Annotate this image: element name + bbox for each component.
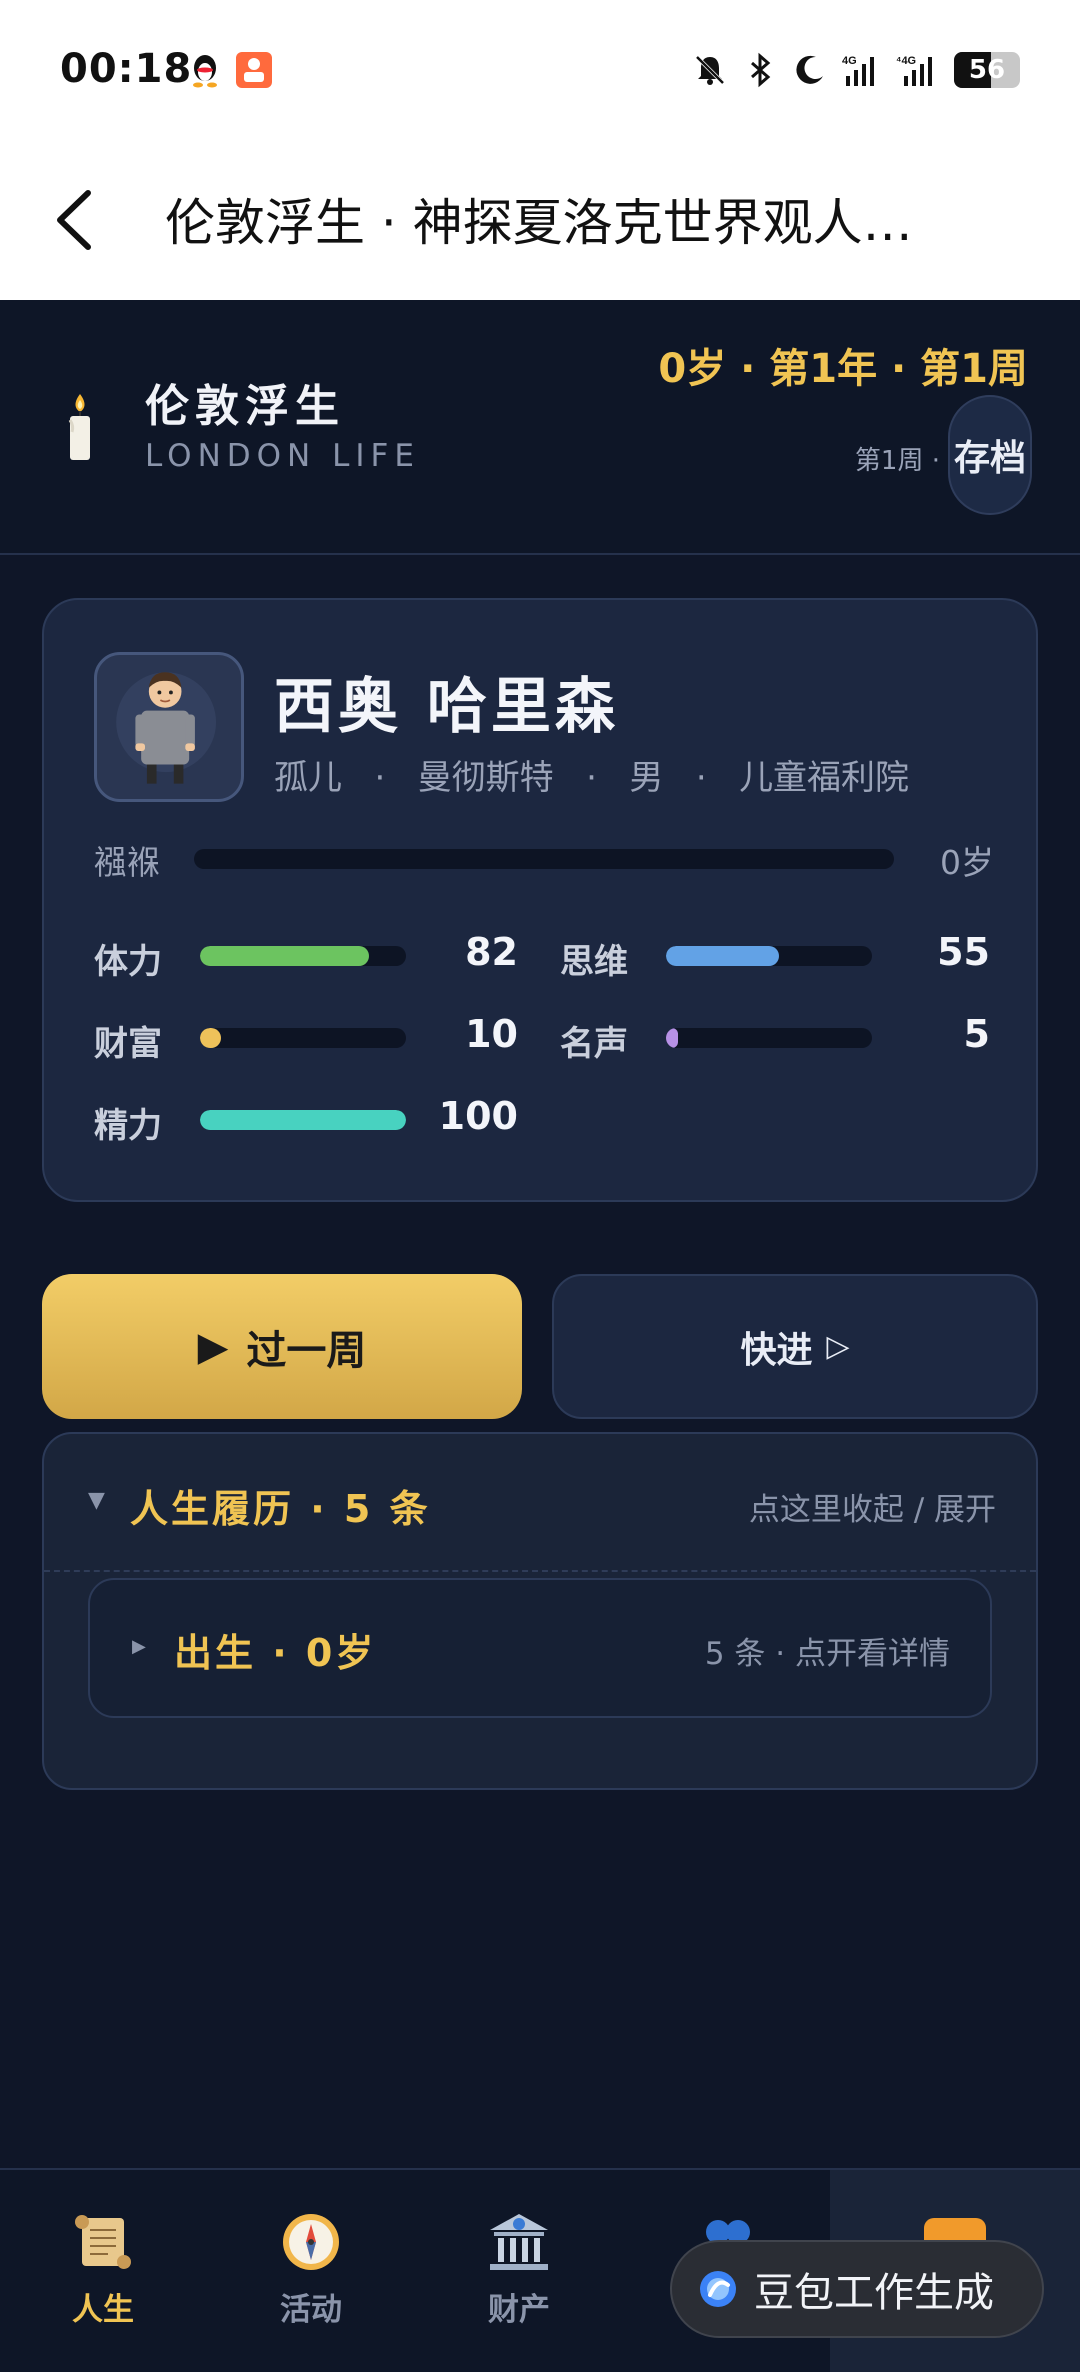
compass-icon	[283, 2214, 339, 2270]
history-title: 人生履历 · 5 条	[130, 1487, 431, 1531]
tag-separator: ·	[695, 758, 707, 798]
history-header[interactable]: ▼ 人生履历 · 5 条 点这里收起 / 展开	[44, 1434, 1036, 1572]
brand-subtitle: LONDON LIFE	[145, 438, 420, 474]
candle-icon	[68, 394, 90, 460]
age-progress-bar	[194, 849, 894, 869]
qq-penguin-icon	[193, 55, 217, 88]
character-name: 西奥 哈里森	[274, 672, 619, 742]
nav-bar: 伦敦浮生 · 神探夏洛克世界观人…	[0, 145, 1080, 300]
stat-bar	[666, 1028, 872, 1048]
moon-icon	[796, 55, 823, 84]
tag-location: 儿童福利院	[739, 758, 910, 798]
bluetooth-icon	[751, 52, 771, 88]
doubao-logo-icon	[700, 2271, 736, 2307]
tab-property[interactable]: 财产	[454, 2210, 584, 2340]
next-week-label: 过一周	[246, 1327, 367, 1374]
stat-energy: 精力 100	[94, 1094, 518, 1146]
play-icon: ▶	[197, 1323, 229, 1370]
game-date: 0岁 · 第1年 · 第1周	[658, 346, 1028, 392]
stat-value: 100	[438, 1094, 518, 1138]
doubao-generate-button[interactable]: 豆包工作生成	[670, 2240, 1044, 2338]
status-icons: 4G ⁴4G 56	[692, 50, 1020, 90]
stat-fill	[666, 1028, 679, 1048]
stat-wealth: 财富 10	[94, 1012, 518, 1064]
character-tags: 孤儿 · 曼彻斯特 · 男 · 儿童福利院	[274, 750, 909, 799]
back-button[interactable]	[44, 175, 114, 265]
stat-label: 精力	[94, 1106, 162, 1146]
stat-fill	[200, 1028, 221, 1048]
brand-title: 伦敦浮生	[145, 381, 345, 432]
save-button[interactable]: 存档	[948, 395, 1032, 515]
signal-4g-2-icon: ⁴4G	[896, 55, 932, 86]
entry-title: 出生 · 0岁	[174, 1631, 377, 1675]
stat-label: 体力	[94, 942, 162, 982]
stat-label: 财富	[94, 1024, 162, 1064]
bank-icon	[490, 2214, 548, 2270]
game-header: 伦敦浮生 LONDON LIFE 0岁 · 第1年 · 第1周 第1周 · 存档	[0, 300, 1080, 555]
tab-life[interactable]: 人生	[38, 2210, 168, 2340]
history-toggle-hint: 点这里收起 / 展开	[748, 1492, 996, 1528]
stat-value: 55	[937, 930, 990, 974]
stat-label: 名声	[560, 1024, 628, 1064]
status-time: 00:18	[60, 46, 193, 92]
history-entry[interactable]: ▶ 出生 · 0岁 5 条 · 点开看详情	[88, 1578, 992, 1718]
orange-app-icon	[236, 52, 272, 88]
tag-gender: 男	[629, 758, 664, 798]
stat-label: 思维	[560, 942, 628, 982]
stat-thinking: 思维 55	[560, 930, 990, 982]
tab-label: 人生	[72, 2292, 134, 2328]
expand-triangle-icon: ▶	[132, 1636, 146, 1657]
page-title: 伦敦浮生 · 神探夏洛克世界观人…	[165, 194, 913, 252]
stat-value: 5	[963, 1012, 990, 1056]
stat-value: 10	[465, 1012, 518, 1056]
stat-bar	[666, 946, 872, 966]
character-portrait-icon	[116, 672, 217, 784]
tag-city: 曼彻斯特	[417, 758, 554, 798]
stat-bar	[200, 946, 406, 966]
stat-fill	[200, 1110, 406, 1130]
play-outline-icon: ▷	[826, 1329, 850, 1364]
tab-label: 财产	[488, 2292, 550, 2328]
stat-fame: 名声 5	[560, 1012, 990, 1064]
svg-text:⁴4G: ⁴4G	[896, 55, 916, 67]
stat-fill	[200, 946, 369, 966]
life-history-panel: ▼ 人生履历 · 5 条 点这里收起 / 展开 ▶ 出生 · 0岁 5 条 · …	[42, 1432, 1038, 1790]
entry-hint: 5 条 · 点开看详情	[704, 1636, 950, 1672]
tab-label: 活动	[280, 2292, 342, 2328]
fast-forward-button[interactable]: 快进 ▷	[552, 1274, 1038, 1419]
stat-stamina: 体力 82	[94, 930, 518, 982]
scroll-icon	[75, 2215, 131, 2269]
next-week-button[interactable]: ▶ 过一周	[42, 1274, 522, 1419]
stat-bar	[200, 1110, 406, 1130]
fast-forward-label: 快进	[740, 1329, 813, 1371]
stat-fill	[666, 946, 780, 966]
battery-icon: 56	[954, 52, 1020, 88]
age-row: 襁褓 0岁	[94, 836, 994, 882]
floating-label: 豆包工作生成	[754, 2270, 994, 2316]
collapse-triangle-icon: ▼	[88, 1488, 105, 1513]
tag-separator: ·	[586, 758, 597, 798]
tag-separator: ·	[374, 758, 386, 798]
battery-level: 56	[968, 55, 1006, 85]
tab-activity[interactable]: 活动	[246, 2210, 376, 2340]
avatar	[94, 652, 244, 802]
stat-value: 82	[465, 930, 518, 974]
age-value: 0岁	[940, 843, 994, 882]
week-label: 第1周 ·	[854, 446, 940, 476]
svg-text:4G: 4G	[842, 55, 857, 67]
status-bar: 00:18 4G ⁴4G 56	[0, 0, 1080, 145]
stat-bar	[200, 1028, 406, 1048]
character-card: 西奥 哈里森 孤儿 · 曼彻斯特 · 男 · 儿童福利院 襁褓 0岁 体力 82…	[42, 598, 1038, 1202]
mute-bell-icon	[695, 55, 725, 85]
signal-4g-icon: 4G	[842, 55, 874, 86]
tag-origin: 孤儿	[274, 758, 342, 798]
age-stage: 襁褓	[94, 843, 160, 882]
